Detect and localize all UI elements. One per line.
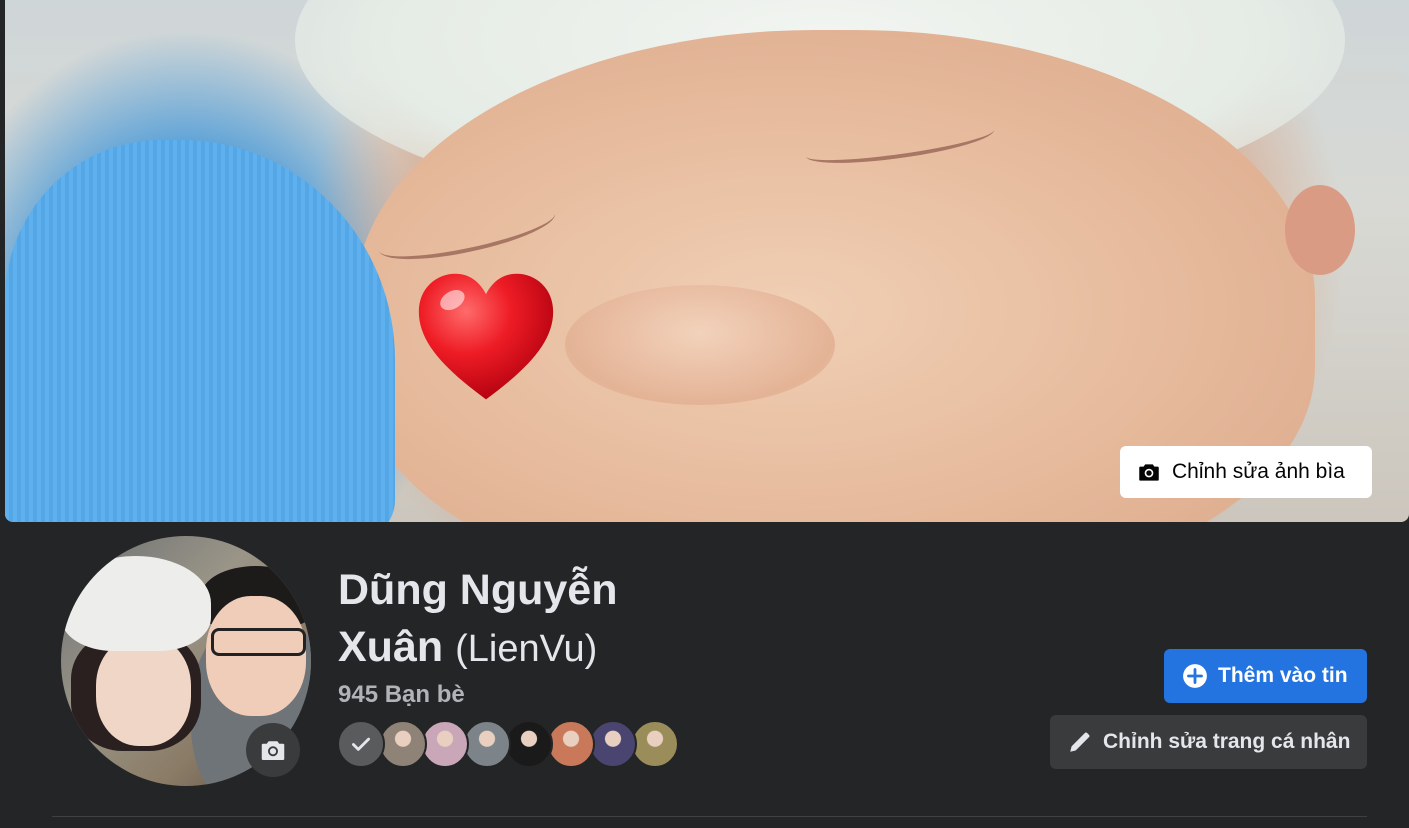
edit-profile-label: Chỉnh sửa trang cá nhân	[1103, 730, 1351, 753]
edit-profile-button[interactable]: Chỉnh sửa trang cá nhân	[1050, 715, 1367, 769]
pencil-icon	[1070, 732, 1090, 752]
cover-ear	[1285, 185, 1355, 275]
friend-count-link[interactable]: 945 Bạn bè	[338, 681, 465, 709]
update-profile-picture-button[interactable]	[246, 723, 300, 777]
avatar-glasses	[211, 628, 306, 656]
profile-name: Dũng Nguyễn Xuân (LienVu)	[338, 562, 678, 678]
camera-icon	[261, 741, 285, 760]
friend-avatar[interactable]	[421, 720, 469, 768]
add-to-story-label: Thêm vào tin	[1218, 664, 1348, 687]
friend-avatar[interactable]	[463, 720, 511, 768]
friend-avatar[interactable]	[505, 720, 553, 768]
friend-avatar[interactable]	[547, 720, 595, 768]
check-icon	[352, 737, 370, 751]
friend-avatar[interactable]	[589, 720, 637, 768]
plus-circle-icon	[1183, 664, 1207, 688]
edit-cover-label: Chỉnh sửa ảnh bìa	[1172, 460, 1345, 483]
section-divider	[52, 816, 1367, 817]
name-line-1: Dũng Nguyễn	[338, 566, 618, 614]
cover-blanket	[5, 140, 395, 522]
friend-avatar[interactable]	[631, 720, 679, 768]
cover-photo[interactable]: Chỉnh sửa ảnh bìa	[5, 0, 1409, 522]
cover-nose	[565, 285, 835, 405]
friend-avatar[interactable]	[379, 720, 427, 768]
camera-icon	[1139, 464, 1159, 481]
heart-icon	[418, 273, 554, 400]
edit-cover-photo-button[interactable]: Chỉnh sửa ảnh bìa	[1120, 446, 1372, 498]
avatar-person-face	[96, 636, 191, 746]
name-line-2: Xuân (LienVu)	[338, 619, 678, 678]
name-line-2-text: Xuân	[338, 623, 444, 671]
alternate-name: (LienVu)	[455, 628, 598, 670]
avatar-hat	[61, 556, 211, 651]
add-to-story-button[interactable]: Thêm vào tin	[1164, 649, 1367, 703]
friends-check-avatar[interactable]	[337, 720, 385, 768]
avatar-person-face	[206, 596, 306, 716]
